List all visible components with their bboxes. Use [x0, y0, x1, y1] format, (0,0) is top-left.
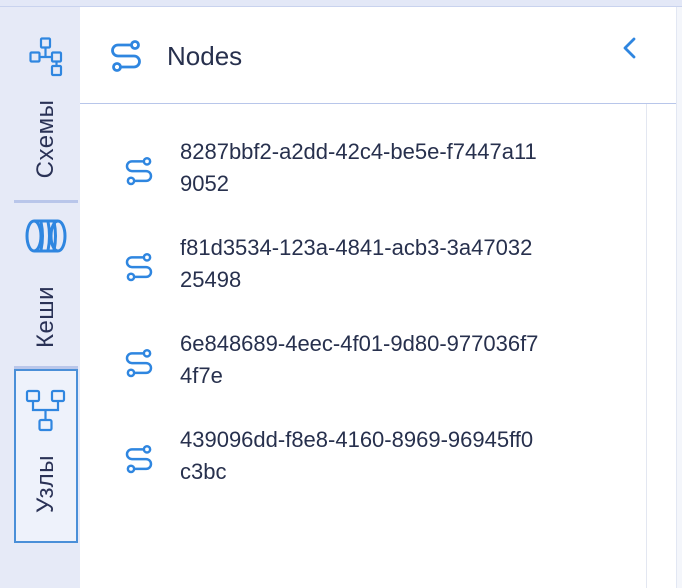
chevron-left-icon[interactable]: [616, 35, 644, 63]
list-item[interactable]: f81d3534-123a-4841-acb3-3a4703225498: [116, 232, 616, 312]
cache-cylinder-icon: [25, 219, 67, 258]
nodes-panel: Nodes 8287bbf2-a2dd-42c4-be5e-f7447a1190…: [80, 7, 677, 588]
tab-nodes-label: Узлы: [32, 455, 59, 513]
node-link-icon: [123, 252, 155, 289]
node-link-icon: [108, 39, 144, 80]
top-border: [0, 0, 682, 7]
tab-caches-label: Кеши: [32, 286, 59, 348]
tab-caches[interactable]: Кеши: [14, 207, 78, 369]
node-link-icon: [123, 156, 155, 193]
panel-title: Nodes: [167, 41, 243, 71]
list-item[interactable]: 439096dd-f8e8-4160-8969-96945ff0c3bc: [116, 424, 616, 504]
list-item[interactable]: 6e848689-4eec-4f01-9d80-977036f74f7e: [116, 328, 616, 408]
node-id: 439096dd-f8e8-4160-8969-96945ff0c3bc: [180, 427, 534, 484]
scrollbar[interactable]: [646, 104, 677, 588]
nodes-graph-icon: [25, 389, 67, 438]
tab-schemes[interactable]: Схемы: [14, 19, 78, 203]
tab-nodes[interactable]: Узлы: [14, 369, 78, 543]
node-id: f81d3534-123a-4841-acb3-3a4703225498: [180, 235, 533, 292]
node-link-icon: [123, 348, 155, 385]
tab-schemes-label: Схемы: [32, 99, 59, 179]
node-link-icon: [123, 444, 155, 481]
node-id: 8287bbf2-a2dd-42c4-be5e-f7447a119052: [180, 139, 537, 196]
list-item[interactable]: 8287bbf2-a2dd-42c4-be5e-f7447a119052: [116, 136, 616, 216]
panel-header: Nodes: [80, 7, 676, 104]
sidebar-rail: Схемы Кеши Узлы: [0, 7, 80, 588]
node-id: 6e848689-4eec-4f01-9d80-977036f74f7e: [180, 331, 539, 388]
schema-tree-icon: [29, 37, 63, 82]
right-edge: [676, 7, 682, 588]
